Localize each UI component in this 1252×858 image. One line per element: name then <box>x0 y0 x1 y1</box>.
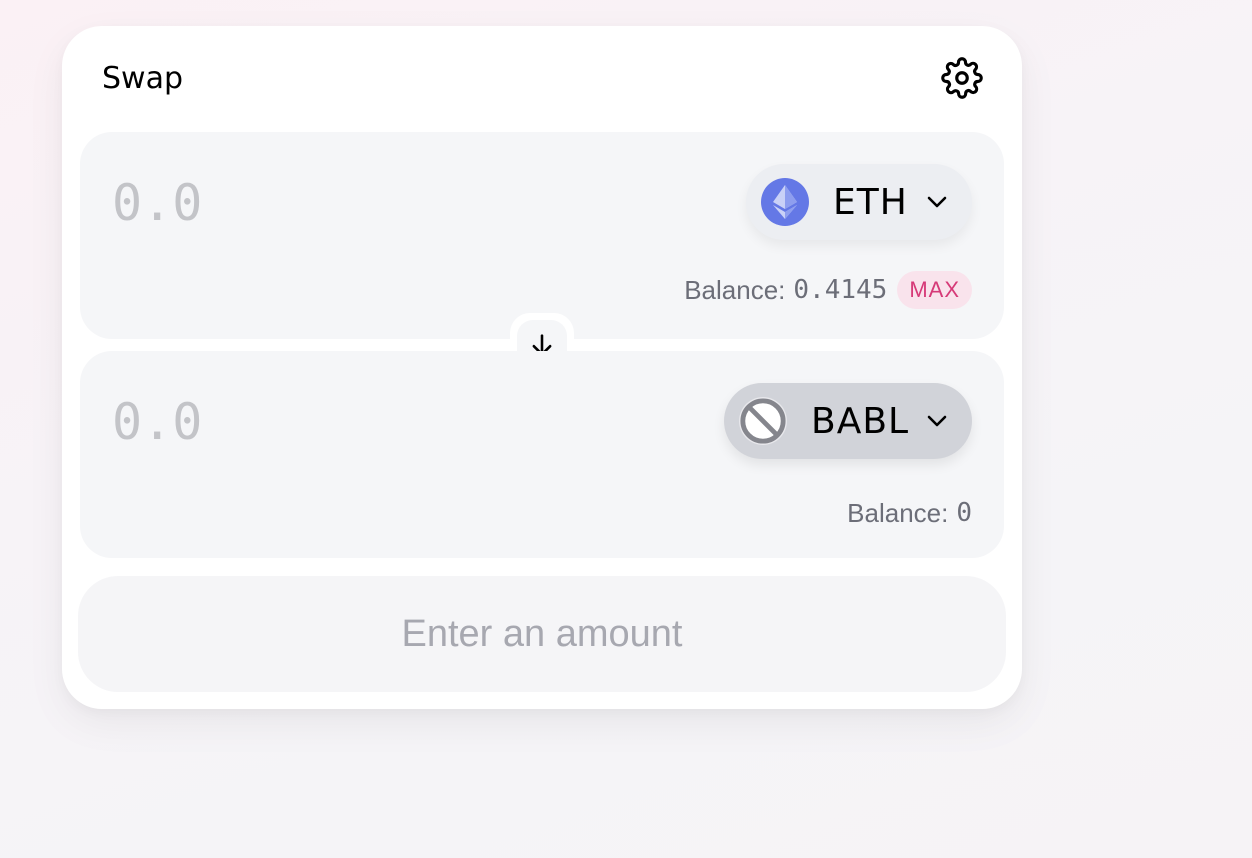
swap-card: Swap ETH Balance: 0.414 <box>62 26 1022 709</box>
output-panel: BABL Balance: 0 <box>80 351 1004 558</box>
input-balance-value: 0.4145 <box>793 275 888 305</box>
input-token-symbol: ETH <box>833 181 908 223</box>
input-balance: Balance: 0.4145 MAX <box>684 269 972 311</box>
swap-title: Swap <box>102 61 184 96</box>
unknown-token-icon <box>739 397 787 445</box>
max-button[interactable]: MAX <box>897 271 972 309</box>
input-balance-label: Balance: <box>684 274 786 305</box>
enter-amount-button[interactable]: Enter an amount <box>78 576 1006 692</box>
input-panel: ETH Balance: 0.4145 MAX <box>80 132 1004 339</box>
output-token-symbol: BABL <box>811 400 910 442</box>
output-balance: Balance: 0 <box>847 492 972 534</box>
ethereum-logo-icon <box>761 178 809 226</box>
input-amount-field[interactable] <box>112 172 472 234</box>
output-balance-label: Balance: <box>847 497 949 528</box>
output-balance-value: 0 <box>956 498 972 528</box>
gear-icon <box>941 57 983 99</box>
output-token-select[interactable]: BABL <box>724 383 972 459</box>
settings-button[interactable] <box>940 56 984 100</box>
input-token-select[interactable]: ETH <box>746 164 972 240</box>
chevron-down-icon <box>927 415 947 427</box>
chevron-down-icon <box>927 196 947 208</box>
output-amount-field[interactable] <box>112 391 472 453</box>
